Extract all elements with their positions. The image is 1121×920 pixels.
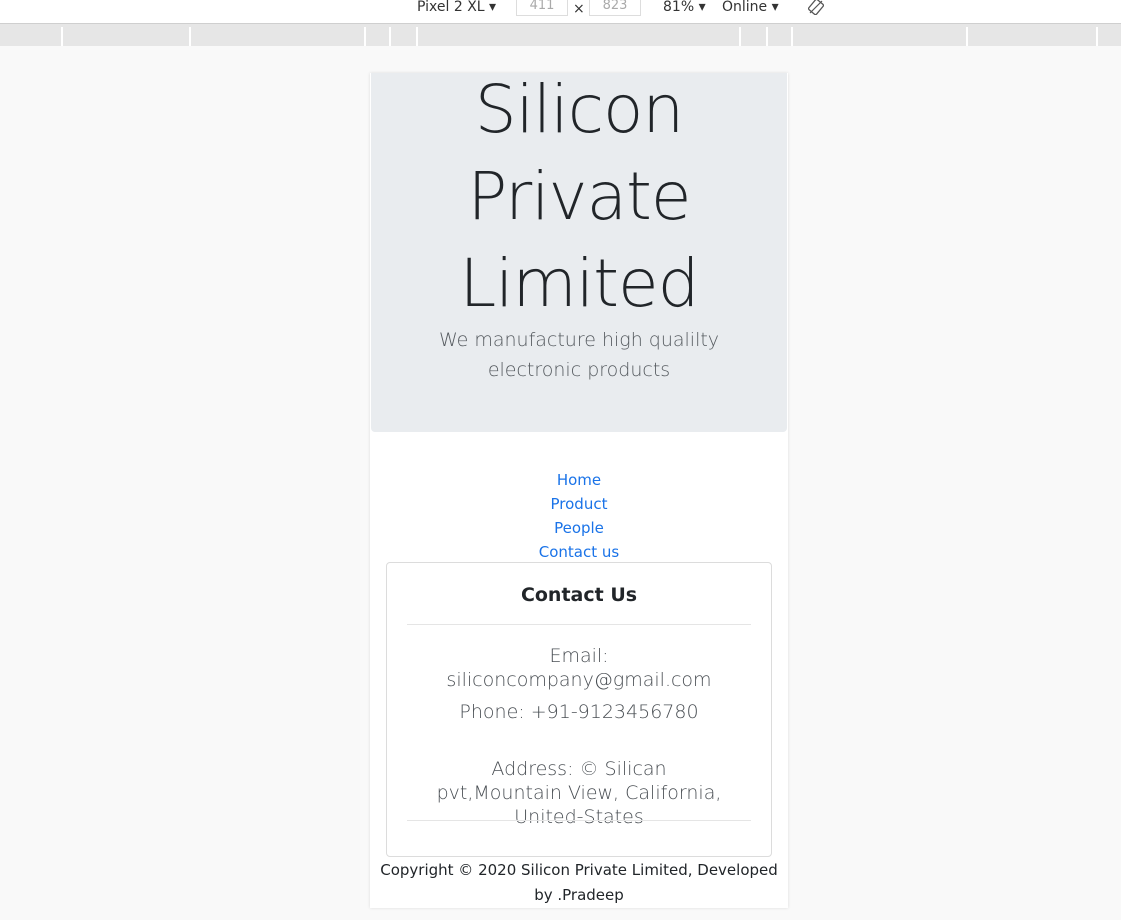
devtools-device-toolbar: Pixel 2 XL ▾ 411 × 823 81% ▾ Online ▾ — [0, 0, 1121, 24]
hero-subtitle: We manufacture high qualilty electronic … — [438, 329, 720, 381]
ruler-tick — [61, 27, 63, 46]
ruler-tick — [389, 27, 391, 46]
dimension-separator: × — [573, 1, 585, 17]
ruler-tick — [791, 27, 793, 46]
ruler-tick — [966, 27, 968, 46]
media-query-ruler[interactable] — [0, 24, 1121, 46]
ruler-tick — [1096, 27, 1098, 46]
nav-link-contact[interactable]: Contact us — [370, 540, 788, 564]
hero-jumbotron: Silicon Private Limited We manufacture h… — [371, 73, 787, 432]
ruler-tick — [364, 27, 366, 46]
contact-email: Email: siliconcompany@gmail.com — [446, 645, 712, 691]
nav-link-home[interactable]: Home — [370, 468, 788, 492]
footer-copyright: Copyright © 2020 Silicon Private Limited… — [380, 861, 778, 904]
nav-link-product[interactable]: Product — [370, 492, 788, 516]
hero-title-line: Limited — [459, 245, 699, 322]
hero-title: Silicon Private Limited — [371, 73, 787, 327]
device-select[interactable]: Pixel 2 XL ▾ — [417, 0, 496, 15]
mobile-viewport: Silicon Private Limited We manufacture h… — [370, 73, 788, 908]
divider — [407, 624, 751, 625]
contact-phone: Phone: +91-9123456780 — [459, 701, 699, 723]
width-input[interactable]: 411 — [516, 0, 568, 16]
hero-title-line: Private — [467, 158, 691, 235]
ruler-tick — [189, 27, 191, 46]
ruler-tick — [766, 27, 768, 46]
ruler-tick — [416, 27, 418, 46]
hero-title-line: Silicon — [474, 73, 684, 148]
nav-link-people[interactable]: People — [370, 516, 788, 540]
ruler-tick — [739, 27, 741, 46]
divider — [407, 820, 751, 821]
contact-card: Contact Us Email: siliconcompany@gmail.c… — [386, 562, 772, 857]
height-input[interactable]: 823 — [589, 0, 641, 16]
main-nav: Home Product People Contact us — [370, 468, 788, 564]
contact-address: Address: © Silican pvt,Mountain View, Ca… — [436, 758, 722, 828]
zoom-select[interactable]: 81% ▾ — [663, 0, 706, 15]
network-throttle-select[interactable]: Online ▾ — [722, 0, 779, 15]
contact-title: Contact Us — [520, 584, 638, 606]
rotate-icon[interactable] — [807, 0, 825, 16]
